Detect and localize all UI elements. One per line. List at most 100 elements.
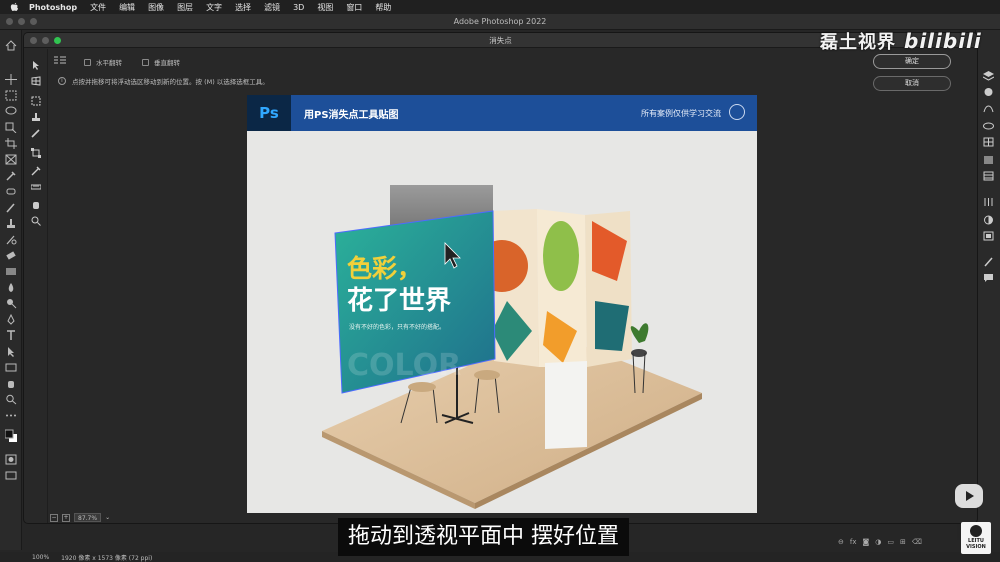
properties-panel-icon[interactable] [983, 210, 994, 225]
dialog-hint-text: 点按并拖移可将浮动选区移动到新的位置。按 (M) 以选择选框工具。 [72, 78, 269, 86]
brushes-panel-icon[interactable] [983, 252, 994, 267]
status-zoom[interactable]: 100% [32, 554, 49, 561]
dialog-close-button[interactable] [30, 37, 37, 44]
flip-vertical-box[interactable] [142, 58, 149, 66]
marquee-tool-icon-dialog[interactable] [31, 91, 41, 106]
menu-window[interactable]: 窗口 [346, 2, 362, 13]
flip-vertical-label: 垂直翻转 [154, 59, 180, 67]
libraries-panel-icon[interactable] [983, 132, 994, 147]
styles-panel-icon[interactable] [983, 226, 994, 241]
fx-icon[interactable]: fx [850, 538, 857, 546]
zoom-dropdown-icon[interactable]: ⌄ [105, 514, 110, 521]
hand-tool-icon-dialog[interactable] [31, 195, 41, 209]
play-icon[interactable] [955, 484, 983, 508]
swatches-panel-icon[interactable] [983, 150, 994, 164]
stamp-tool-icon-dialog[interactable] [31, 107, 41, 121]
flip-horizontal-label: 水平翻转 [96, 59, 122, 67]
brush-tool-icon[interactable] [5, 198, 17, 213]
layers-footer-icons: ⊖ fx ◙ ◑ ▭ ⊞ ⌫ [838, 538, 922, 546]
rectangle-tool-icon[interactable] [5, 358, 17, 372]
menu-layer[interactable]: 图层 [177, 2, 193, 13]
home-icon[interactable] [5, 36, 17, 51]
object-select-tool-icon[interactable] [5, 118, 17, 134]
add-mask-icon[interactable]: ◙ [862, 538, 869, 546]
poster-tagline: 没有不好的色彩，只有不好的搭配。 [349, 323, 445, 331]
menu-app-name[interactable]: Photoshop [29, 3, 77, 12]
layers-panel-icon[interactable] [982, 66, 995, 81]
group-icon[interactable]: ▭ [887, 538, 894, 546]
color-swatches-icon[interactable] [4, 428, 17, 442]
blur-tool-icon[interactable] [5, 278, 17, 292]
transform-tool-icon[interactable] [31, 143, 41, 158]
pen-tool-icon[interactable] [5, 310, 17, 325]
menu-type[interactable]: 文字 [206, 2, 222, 13]
delete-layer-icon[interactable]: ⌫ [912, 538, 922, 546]
dialog-tools [24, 49, 48, 523]
more-tools-icon[interactable] [5, 406, 17, 417]
channels-panel-icon[interactable] [983, 82, 994, 96]
measure-tool-icon[interactable] [30, 177, 42, 190]
menu-file[interactable]: 文件 [90, 2, 106, 13]
quick-mask-icon[interactable] [5, 450, 17, 465]
pedestal [545, 361, 587, 449]
window-title: Adobe Photoshop 2022 [453, 17, 547, 26]
flip-vertical-checkbox[interactable]: 垂直翻转 [142, 57, 180, 67]
eraser-tool-icon[interactable] [5, 246, 17, 260]
menu-select[interactable]: 选择 [235, 2, 251, 13]
dodge-tool-icon[interactable] [5, 294, 17, 309]
type-tool-icon[interactable] [5, 326, 17, 340]
new-layer-icon[interactable]: ⊞ [900, 538, 906, 546]
poster-line-2: 花了世界 [347, 286, 451, 316]
eyedropper-tool-icon[interactable] [5, 166, 17, 181]
brand-logo: LEITU VISION [961, 522, 991, 554]
zoom-level[interactable]: 87.7% [74, 513, 102, 522]
move-tool-icon[interactable] [5, 70, 17, 85]
clone-stamp-icon[interactable] [5, 214, 17, 228]
menu-view[interactable]: 视图 [317, 2, 333, 13]
comments-panel-icon[interactable] [983, 268, 994, 282]
zoom-tool-icon[interactable] [5, 390, 17, 405]
zoom-in-button[interactable]: + [62, 513, 70, 522]
dialog-minimize-button[interactable] [42, 37, 49, 44]
zoom-out-button[interactable]: − [50, 513, 58, 522]
cancel-button[interactable]: 取消 [873, 76, 951, 91]
lasso-tool-icon[interactable] [5, 102, 17, 115]
crop-tool-icon[interactable] [5, 134, 17, 149]
healing-brush-icon[interactable] [5, 182, 17, 195]
adjustment-layer-icon[interactable]: ◑ [875, 538, 881, 546]
ps-logo: Ps [247, 95, 291, 131]
flip-horizontal-box[interactable] [84, 58, 91, 66]
app-root: Photoshop 文件 编辑 图像 图层 文字 选择 滤镜 3D 视图 窗口 … [0, 0, 1000, 562]
zoom-tool-icon-dialog[interactable] [31, 211, 41, 226]
frame-tool-icon[interactable] [5, 150, 17, 165]
adjustments-panel-icon[interactable] [983, 192, 994, 206]
link-layers-icon[interactable]: ⊖ [838, 538, 844, 546]
marquee-tool-icon[interactable] [5, 86, 17, 101]
history-brush-icon[interactable] [5, 230, 17, 245]
menu-edit[interactable]: 编辑 [119, 2, 135, 13]
menu-help[interactable]: 帮助 [375, 2, 391, 13]
tool-options-menu-icon[interactable] [54, 56, 66, 64]
hand-tool-icon[interactable] [5, 374, 17, 388]
path-select-tool-icon[interactable] [5, 342, 17, 357]
dialog-zoom-bar: − + 87.7% ⌄ [50, 513, 110, 522]
screen-mode-icon[interactable] [5, 466, 17, 480]
menu-filter[interactable]: 滤镜 [264, 2, 280, 13]
menu-image[interactable]: 图像 [148, 2, 164, 13]
canvas-preview[interactable]: Ps 用PS消失点工具贴图 所有案例仅供学习交流 色彩， 花了世界 没有不好的色… [247, 95, 757, 513]
ok-button[interactable]: 确定 [873, 54, 951, 69]
menu-3d[interactable]: 3D [293, 3, 304, 12]
dialog-options-bar: 水平翻转 垂直翻转 i 点按并拖移可将浮动选区移动到新的位置。按 (M) 以选择… [24, 49, 977, 89]
patterns-panel-icon[interactable] [983, 166, 994, 181]
dialog-zoom-button[interactable] [54, 37, 61, 44]
poster-bg-text: COLOR [347, 348, 461, 383]
eyedropper-tool-icon-dialog[interactable] [31, 161, 41, 176]
seal-icon [729, 104, 745, 120]
paths-panel-icon[interactable] [983, 98, 994, 113]
apple-icon[interactable] [10, 2, 19, 12]
brush-tool-icon-dialog[interactable] [31, 123, 41, 138]
3d-panel-icon[interactable] [983, 116, 994, 130]
gradient-tool-icon[interactable] [5, 262, 17, 275]
flip-horizontal-checkbox[interactable]: 水平翻转 [84, 57, 122, 67]
menu-bar: Photoshop 文件 编辑 图像 图层 文字 选择 滤镜 3D 视图 窗口 … [0, 0, 1000, 14]
